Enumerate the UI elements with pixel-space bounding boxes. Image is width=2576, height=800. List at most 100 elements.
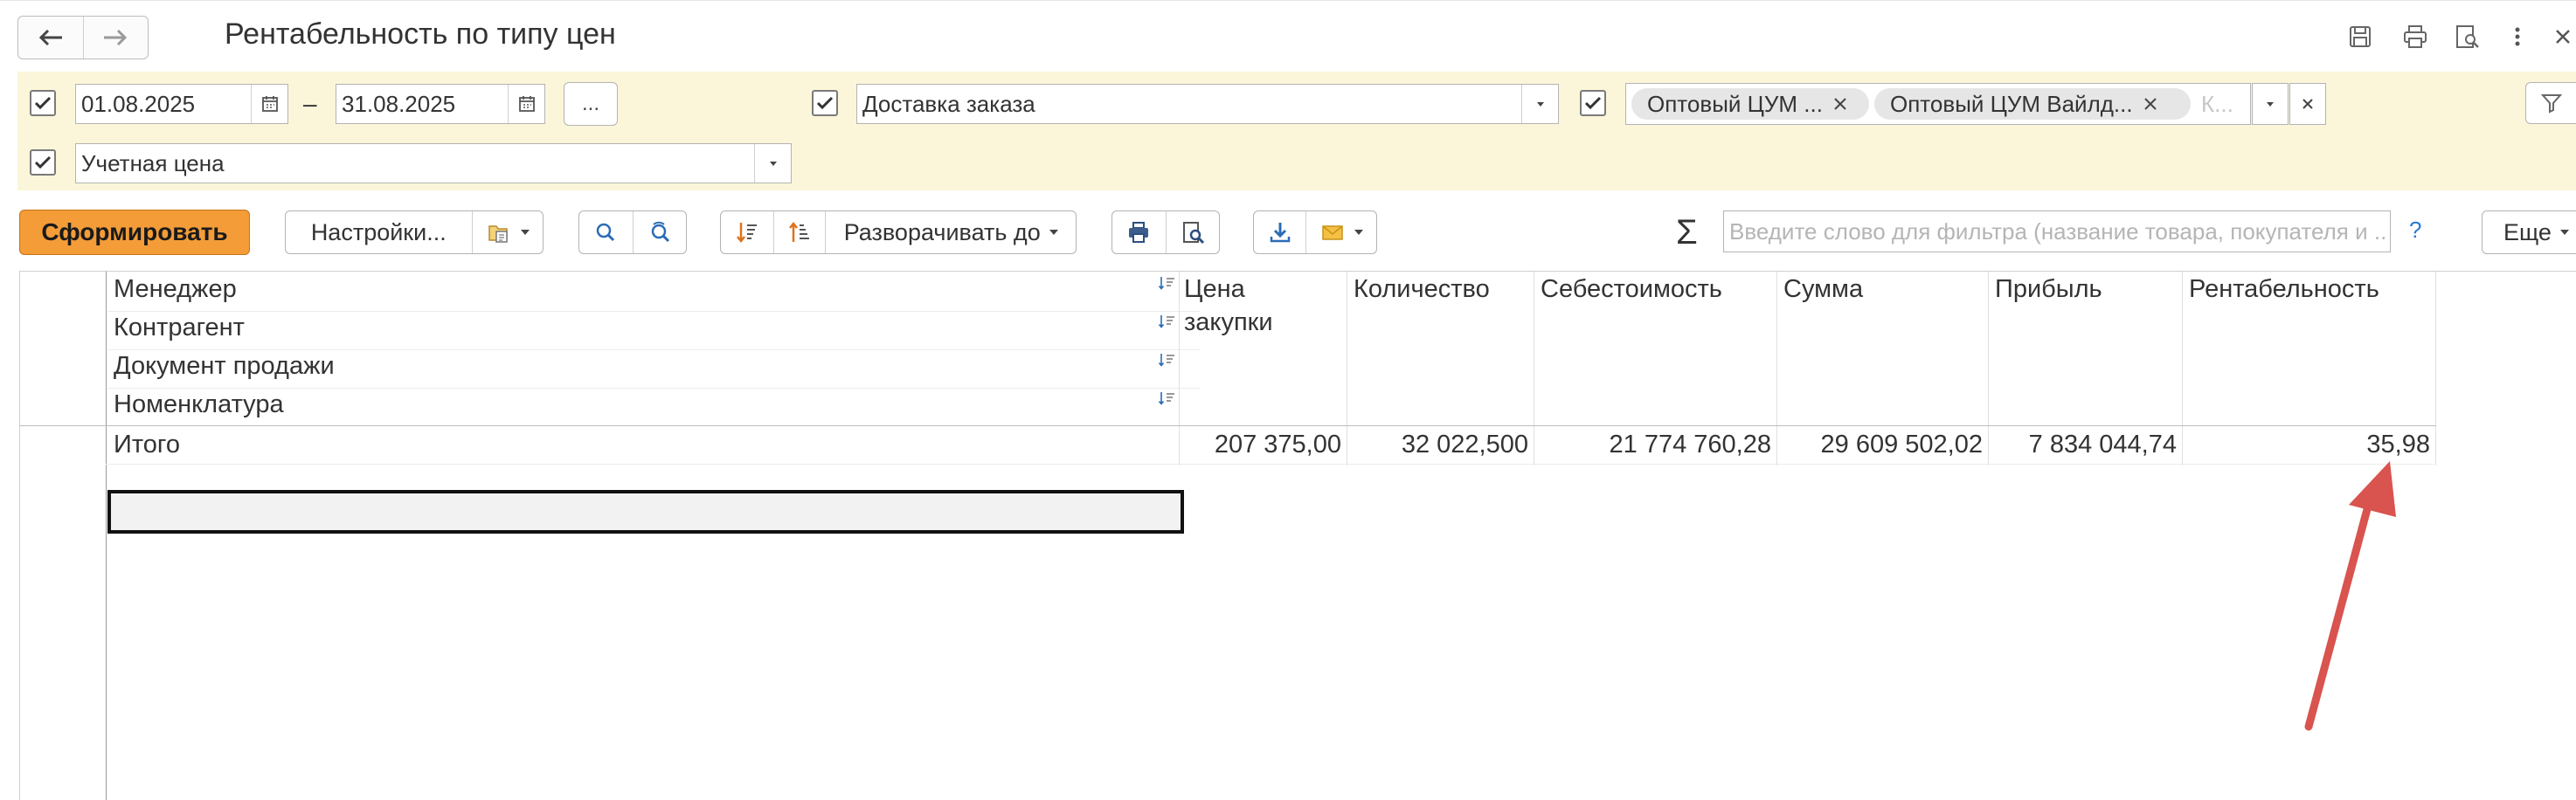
chevron-down-icon — [2267, 102, 2274, 107]
close-icon — [1834, 98, 1846, 110]
save-icon — [2350, 26, 2371, 47]
send-mail-button[interactable] — [1305, 211, 1376, 253]
grouping-header-sales-document: Документ продажи — [114, 352, 335, 380]
back-button[interactable] — [18, 17, 83, 59]
arrow-left-icon — [38, 29, 62, 46]
filter-toggle-button[interactable] — [2525, 82, 2576, 124]
calendar-icon — [518, 96, 535, 112]
tag-remove-button[interactable] — [2142, 95, 2159, 113]
close-button[interactable] — [2546, 20, 2576, 53]
find-next-button[interactable] — [632, 211, 686, 253]
mail-icon — [1322, 225, 1343, 240]
total-quantity: 32 022,500 — [1401, 431, 1528, 459]
print-report-button[interactable] — [1112, 211, 1166, 253]
settings-button[interactable]: Настройки... — [286, 211, 472, 253]
total-row-label: Итого — [114, 431, 180, 459]
sort-desc-icon — [736, 223, 757, 244]
page-title: Рентабельность по типу цен — [225, 17, 616, 51]
print-group — [1111, 210, 1220, 254]
delivery-checkbox[interactable] — [812, 90, 838, 116]
variants-button[interactable] — [471, 211, 543, 253]
checkmark-icon — [34, 96, 52, 110]
checkmark-icon — [34, 155, 52, 169]
settings-group: Настройки... — [285, 210, 544, 254]
price-kind-checkbox[interactable] — [30, 149, 56, 176]
print-icon — [1129, 222, 1149, 243]
period-from-calendar-button[interactable] — [251, 85, 287, 123]
price-type-tag-label: Оптовый ЦУМ ... — [1647, 90, 1823, 117]
grouping-header-nomenclature: Номенклатура — [114, 390, 284, 418]
sort-asc-button[interactable] — [772, 211, 826, 253]
price-types-clear-button[interactable] — [2289, 83, 2326, 125]
column-header-cost: Себестоимость — [1541, 275, 1722, 303]
total-profit: 7 834 044,74 — [2028, 431, 2177, 459]
grouping-header-counterparty: Контрагент — [114, 314, 245, 341]
report-sheet[interactable]: Менеджер Контрагент Документ продажи Ном… — [19, 271, 2576, 800]
help-link[interactable]: ? — [2409, 217, 2421, 244]
print-button[interactable] — [2399, 20, 2432, 53]
search-group — [578, 210, 687, 254]
period-from-field[interactable]: 01.08.2025 — [75, 84, 288, 124]
search-icon — [597, 223, 615, 242]
period-to-calendar-button[interactable] — [508, 85, 544, 123]
price-type-tag-label: Оптовый ЦУМ Вайлд... — [1890, 90, 2133, 117]
column-header-profit: Прибыль — [1995, 275, 2102, 303]
sort-icon[interactable] — [1158, 352, 1177, 369]
column-header-quantity: Количество — [1354, 275, 1490, 303]
sort-icon[interactable] — [1158, 275, 1177, 293]
forward-button[interactable] — [82, 17, 149, 59]
preview-button[interactable] — [2450, 20, 2483, 53]
close-icon — [2143, 98, 2157, 110]
expand-to-button[interactable]: Разворачивать до — [825, 211, 1076, 253]
delivery-value: Доставка заказа — [862, 90, 1035, 117]
checkmark-icon — [816, 96, 834, 110]
sort-icon[interactable] — [1158, 390, 1177, 408]
navigation-buttons — [17, 16, 149, 59]
period-to-value: 31.08.2025 — [342, 90, 456, 117]
print-icon — [2404, 25, 2427, 48]
total-sum: 29 609 502,02 — [1820, 431, 1983, 459]
price-kind-field[interactable]: Учетная цена — [75, 143, 792, 183]
column-header-purchase-price: Цена — [1184, 275, 1245, 303]
print-preview-button[interactable] — [1165, 211, 1219, 253]
filter-icon — [2540, 94, 2563, 114]
column-header-purchase-price-line2: закупки — [1184, 308, 1273, 336]
delivery-dropdown-button[interactable] — [1521, 85, 1558, 123]
download-icon — [1270, 223, 1290, 243]
period-select-button[interactable]: ... — [564, 82, 618, 126]
sort-icon[interactable] — [1158, 314, 1177, 331]
checkmark-icon — [1584, 96, 1602, 110]
column-header-profitability: Рентабельность — [2189, 275, 2379, 303]
save-to-file-button[interactable] — [1254, 211, 1305, 253]
grouping-group: Разворачивать до — [720, 210, 1077, 254]
period-checkbox[interactable] — [30, 90, 56, 116]
sort-desc-button[interactable] — [721, 211, 773, 253]
sigma-totals-button[interactable]: Σ — [1676, 213, 1698, 252]
arrow-right-icon — [104, 29, 128, 46]
column-header-sum: Сумма — [1783, 275, 1864, 303]
total-profitability: 35,98 — [2366, 431, 2430, 459]
chevron-down-icon — [1536, 102, 1544, 107]
close-icon — [2556, 30, 2570, 44]
close-icon — [2302, 99, 2313, 109]
delivery-field[interactable]: Доставка заказа — [856, 84, 1559, 124]
generate-button[interactable]: Сформировать — [19, 210, 250, 255]
more-label: Еще — [2503, 218, 2552, 245]
more-actions-button[interactable] — [2501, 20, 2534, 53]
price-types-dropdown-button[interactable] — [2252, 83, 2289, 125]
selected-cell[interactable] — [107, 490, 1184, 534]
price-types-field[interactable]: Оптовый ЦУМ ... Оптовый ЦУМ Вайлд... К..… — [1625, 83, 2251, 125]
more-button[interactable]: Еще — [2482, 210, 2576, 254]
save-button[interactable] — [2344, 20, 2377, 53]
chevron-down-icon — [769, 162, 777, 166]
period-to-field[interactable]: 31.08.2025 — [336, 84, 545, 124]
period-dash: – — [303, 90, 317, 117]
tag-remove-button[interactable] — [1832, 95, 1849, 113]
period-from-value: 01.08.2025 — [81, 90, 196, 117]
search-next-icon — [651, 221, 670, 243]
price-kind-dropdown-button[interactable] — [754, 144, 791, 183]
price-types-checkbox[interactable] — [1580, 90, 1606, 116]
expand-to-label: Разворачивать до — [843, 218, 1041, 245]
report-filter-search-input[interactable] — [1723, 210, 2391, 252]
find-button[interactable] — [579, 211, 633, 253]
